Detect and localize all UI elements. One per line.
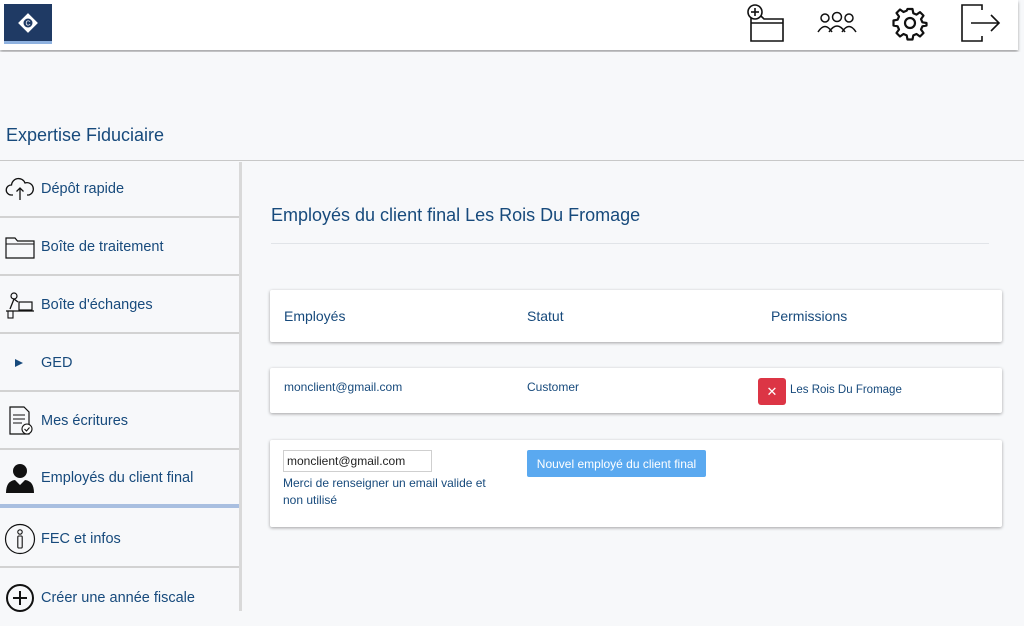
add-folder-icon bbox=[747, 4, 784, 42]
new-employee-form: Merci de renseigner un email valide et n… bbox=[270, 440, 1002, 527]
sidebar-item-depot-rapide[interactable]: Dépôt rapide bbox=[0, 162, 239, 218]
column-header-employes: Employés bbox=[284, 308, 346, 324]
email-field[interactable] bbox=[283, 450, 432, 472]
sidebar-item-label: GED bbox=[41, 355, 73, 371]
sidebar-item-label: FEC et infos bbox=[41, 531, 121, 547]
permission-label: Les Rois Du Fromage bbox=[790, 384, 902, 396]
exchange-desk-icon bbox=[4, 289, 36, 321]
column-header-statut: Statut bbox=[527, 308, 564, 324]
logo-icon: C bbox=[18, 12, 38, 33]
folder-icon bbox=[4, 231, 36, 263]
sidebar-item-label: Boîte de traitement bbox=[41, 239, 164, 255]
employee-status: Customer bbox=[527, 380, 580, 394]
add-folder-button[interactable] bbox=[743, 2, 787, 44]
document-check-icon bbox=[4, 405, 36, 437]
app-title: Expertise Fiduciaire bbox=[6, 125, 165, 145]
employee-email: monclient@gmail.com bbox=[284, 380, 403, 394]
sidebar-item-label: Créer une année fiscale bbox=[41, 590, 195, 606]
sidebar-item-ged[interactable]: GED bbox=[0, 336, 239, 392]
sidebar-item-fec-infos[interactable]: FEC et infos bbox=[0, 512, 239, 568]
sidebar-item-creer-annee-fiscale[interactable]: Créer une année fiscale bbox=[0, 570, 239, 626]
sidebar-item-label: Dépôt rapide bbox=[41, 181, 125, 197]
info-icon bbox=[4, 523, 36, 555]
plus-circle-icon bbox=[4, 582, 36, 614]
add-employee-button[interactable]: Nouvel employé du client final bbox=[527, 450, 706, 477]
close-icon: ✕ bbox=[766, 383, 778, 399]
page-title: Employés du client final Les Rois Du Fro… bbox=[271, 205, 641, 225]
svg-text:C: C bbox=[25, 20, 30, 27]
column-header-permissions: Permissions bbox=[771, 308, 848, 324]
sidebar-item-label: Employés du client final bbox=[41, 470, 194, 486]
sidebar-item-label: Mes écritures bbox=[41, 413, 129, 429]
divider bbox=[271, 243, 989, 244]
email-help-text: Merci de renseigner un email valide et n… bbox=[283, 476, 486, 507]
caret-right-icon bbox=[4, 347, 36, 379]
users-icon bbox=[817, 11, 857, 33]
sidebar: Dépôt rapide Boîte de traitement Boîte d… bbox=[0, 162, 242, 612]
gear-icon bbox=[892, 7, 928, 41]
sidebar-item-mes-ecritures[interactable]: Mes écritures bbox=[0, 394, 239, 450]
app-header: Expertise Fiduciaire bbox=[0, 52, 1024, 161]
user-icon bbox=[4, 462, 36, 494]
settings-button[interactable] bbox=[888, 2, 932, 44]
sidebar-item-label: Boîte d'échanges bbox=[41, 297, 153, 313]
sidebar-item-boite-traitement[interactable]: Boîte de traitement bbox=[0, 220, 239, 276]
top-bar: C bbox=[0, 0, 1018, 50]
users-button[interactable] bbox=[815, 2, 859, 44]
sidebar-item-boite-echanges[interactable]: Boîte d'échanges bbox=[0, 278, 239, 334]
remove-permission-button[interactable]: ✕ bbox=[758, 378, 786, 405]
logout-icon bbox=[961, 4, 1001, 42]
main-content: Employés du client final Les Rois Du Fro… bbox=[245, 162, 1024, 611]
cloud-upload-icon bbox=[4, 173, 36, 205]
logout-button[interactable] bbox=[958, 2, 1002, 44]
sidebar-item-employes-client-final[interactable]: Employés du client final bbox=[0, 452, 239, 508]
table-row: monclient@gmail.com Customer ✕ Les Rois … bbox=[270, 368, 1002, 413]
app-logo[interactable]: C bbox=[4, 4, 52, 44]
table-header: Employés Statut Permissions bbox=[270, 290, 1002, 342]
